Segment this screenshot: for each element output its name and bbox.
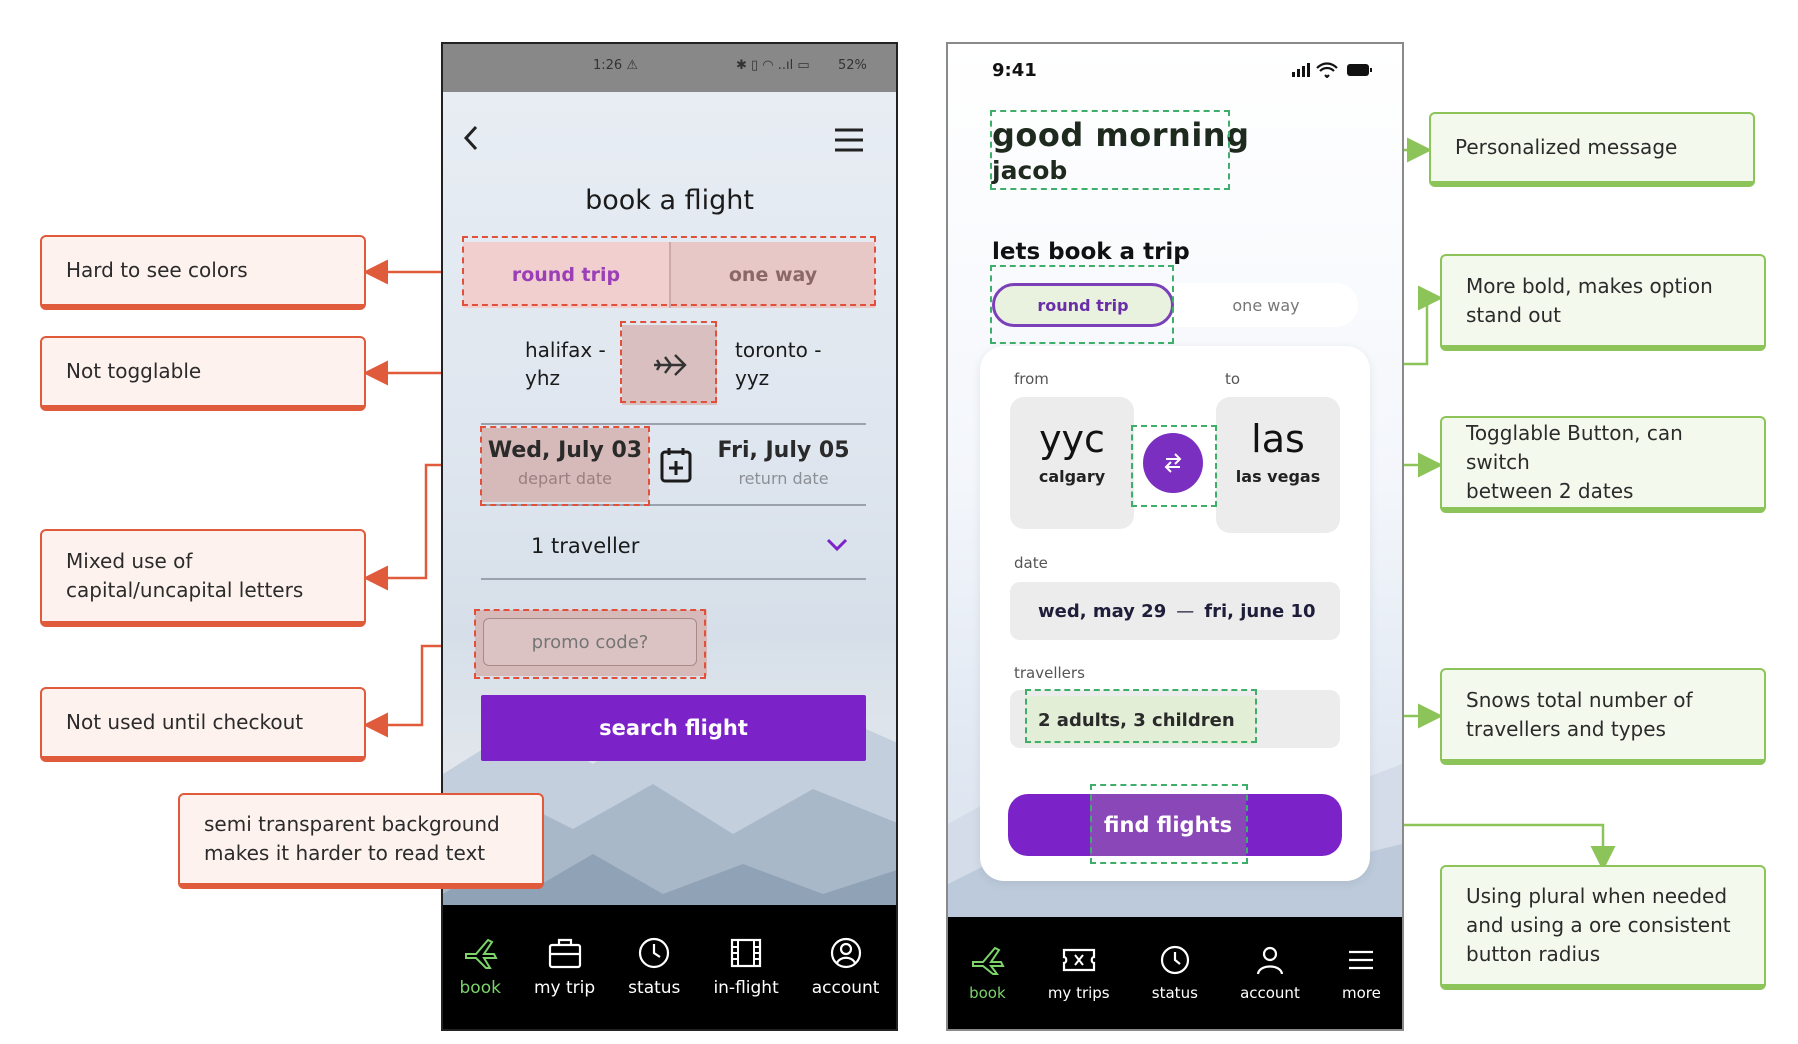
origin-city: calgary: [1038, 467, 1106, 486]
highlight-trip-toggle: [462, 236, 876, 306]
origin-code: yyc: [1039, 417, 1105, 461]
one-way-option[interactable]: one way: [1174, 283, 1358, 327]
annotation-personalized: Personalized message: [1429, 112, 1755, 187]
old-tab-bar: book my trip status in-flight account: [443, 905, 896, 1029]
return-date-label: return date: [738, 469, 829, 488]
annotation-travellers: Snows total number of travellers and typ…: [1440, 668, 1766, 765]
user-circle-icon: [830, 937, 861, 969]
traveller-value: 1 traveller: [531, 534, 640, 558]
back-chevron-icon[interactable]: [461, 124, 481, 152]
annotation-not-togglable: Not togglable: [40, 336, 366, 411]
section-title: lets book a trip: [992, 239, 1190, 265]
plane-icon: [972, 946, 1005, 975]
origin-city[interactable]: halifax - yhz: [525, 336, 606, 392]
highlight-travellers: [1025, 689, 1257, 743]
date-range-field[interactable]: wed, may 29 — fri, june 10: [1010, 582, 1340, 640]
tab-my-trip[interactable]: my trip: [534, 936, 595, 998]
destination-city[interactable]: toronto - yyz: [735, 336, 821, 392]
chevron-down-icon: [826, 538, 848, 552]
annotation-plural: Using plural when needed and using a ore…: [1440, 865, 1766, 990]
tab-label: my trip: [533, 978, 596, 998]
tab-label: book: [969, 984, 1006, 1002]
highlight-find-flights: [1090, 784, 1248, 864]
destination-code: las: [1251, 417, 1305, 461]
highlight-swap: [1131, 425, 1217, 507]
new-app-screen: 9:41 good morning jacob lets book a trip…: [946, 42, 1404, 1031]
tab-label: in-flight: [713, 978, 779, 998]
date-separator: —: [1176, 600, 1195, 622]
destination-card[interactable]: las las vegas: [1216, 397, 1340, 533]
tab-book[interactable]: book: [969, 944, 1006, 1002]
tab-label: my trips: [1047, 984, 1110, 1002]
status-icons: ✱ ▯ ◠ ..ıl ▭: [736, 58, 810, 73]
tab-my-trips[interactable]: my trips: [1048, 944, 1110, 1002]
highlight-depart-date: [480, 426, 650, 506]
menu-icon: [1349, 950, 1374, 970]
destination-city: las vegas: [1235, 467, 1321, 486]
annotation-hard-to-see-colors: Hard to see colors: [40, 235, 366, 310]
highlight-promo: [474, 609, 706, 679]
calendar-add-icon[interactable]: [659, 446, 693, 484]
search-flight-button[interactable]: search flight: [481, 695, 866, 761]
return-date-field[interactable]: Fri, July 05 return date: [701, 428, 866, 502]
tab-status[interactable]: status: [1152, 944, 1198, 1002]
comparison-canvas: 1:26 ⚠ ✱ ▯ ◠ ..ıl ▭ 52% book a flight ro…: [0, 0, 1798, 1044]
clock-icon: [639, 937, 670, 969]
tab-label: account: [811, 978, 880, 998]
divider: [481, 423, 866, 425]
clock-icon: [1160, 945, 1189, 975]
date-end: fri, june 10: [1204, 600, 1316, 622]
ticket-icon: [1062, 948, 1095, 972]
status-bar: 1:26 ⚠ ✱ ▯ ◠ ..ıl ▭ 52%: [443, 44, 896, 92]
highlight-round-trip: [990, 265, 1174, 344]
highlight-greeting: [990, 110, 1230, 190]
status-time: 9:41: [992, 60, 1037, 81]
to-label: to: [1225, 370, 1241, 388]
tab-label: status: [628, 978, 681, 998]
tab-account[interactable]: account: [1240, 944, 1300, 1002]
briefcase-icon: [548, 938, 581, 969]
tab-in-flight[interactable]: in-flight: [713, 936, 779, 998]
travellers-label: travellers: [1014, 664, 1085, 682]
status-icons: [1292, 62, 1372, 78]
film-icon: [730, 938, 762, 968]
tab-account[interactable]: account: [811, 936, 880, 998]
divider: [481, 578, 866, 580]
annotation-promo-not-used: Not used until checkout: [40, 687, 366, 762]
page-title: book a flight: [585, 184, 754, 216]
tab-book[interactable]: book: [460, 936, 501, 998]
user-icon: [1256, 946, 1284, 975]
status-time: 1:26 ⚠: [593, 58, 638, 73]
annotation-mixed-case: Mixed use of capital/uncapital letters: [40, 529, 366, 627]
date-start: wed, may 29: [1038, 600, 1167, 622]
tab-status[interactable]: status: [628, 936, 680, 998]
tab-label: book: [459, 978, 501, 998]
tab-label: more: [1342, 984, 1381, 1002]
tab-label: account: [1240, 984, 1300, 1002]
annotation-bold-option: More bold, makes option stand out: [1440, 254, 1766, 351]
plane-icon: [465, 938, 498, 969]
new-tab-bar: book my trips status account more: [948, 917, 1402, 1029]
hamburger-menu-icon[interactable]: [833, 126, 865, 154]
tab-more[interactable]: more: [1342, 944, 1381, 1002]
tab-label: status: [1151, 984, 1198, 1002]
highlight-swap-button: [620, 321, 717, 403]
from-label: from: [1014, 370, 1049, 388]
traveller-select[interactable]: 1 traveller: [481, 522, 866, 572]
annotation-togglable: Togglable Button, can switch between 2 d…: [1440, 416, 1766, 513]
battery-percent: 52%: [838, 58, 867, 73]
annotation-semi-transparent: semi transparent background makes it har…: [178, 793, 544, 889]
origin-card[interactable]: yyc calgary: [1010, 397, 1134, 529]
return-date-value: Fri, July 05: [717, 438, 850, 463]
date-label: date: [1014, 554, 1048, 572]
